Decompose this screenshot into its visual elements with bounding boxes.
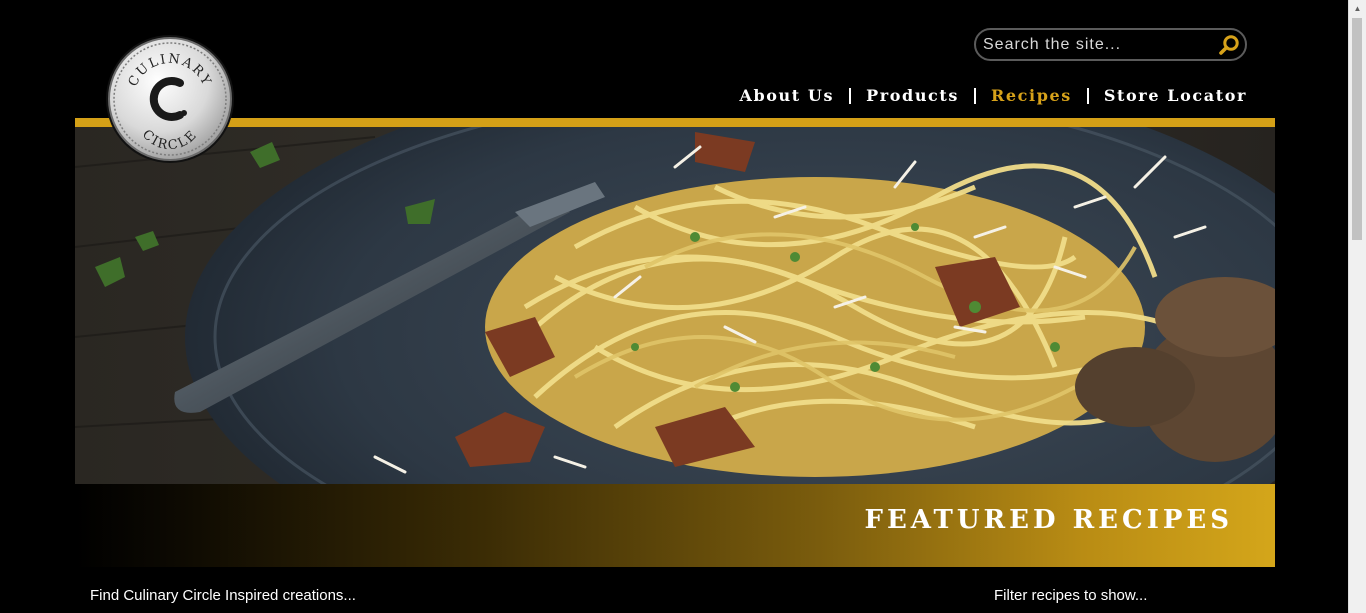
nav-separator — [849, 87, 852, 104]
header-accent-bar — [75, 118, 1275, 127]
nav-about-us[interactable]: About Us — [739, 86, 834, 105]
nav-store-locator[interactable]: Store Locator — [1104, 86, 1247, 105]
intro-text: Find Culinary Circle Inspired creations.… — [90, 587, 356, 604]
spaghetti-photo-icon — [75, 127, 1275, 484]
scroll-up-arrow-icon[interactable]: ▲ — [1349, 0, 1366, 17]
page-scrollbar[interactable]: ▲ — [1348, 0, 1366, 613]
featured-recipes-banner: FEATURED RECIPES — [75, 484, 1275, 567]
search-icon — [1219, 34, 1239, 55]
nav-separator — [974, 87, 976, 104]
filter-label: Filter recipes to show... — [994, 587, 1148, 604]
search-button[interactable] — [1213, 30, 1245, 60]
scroll-thumb[interactable] — [1352, 18, 1362, 240]
nav-recipes[interactable]: Recipes — [991, 86, 1072, 105]
nav-products[interactable]: Products — [866, 86, 959, 105]
hero-image — [75, 127, 1275, 484]
main-nav: About Us Products Recipes Store Locator — [739, 86, 1247, 105]
search-input[interactable] — [976, 34, 1213, 55]
culinary-circle-logo-icon: CULINARY CIRCLE — [106, 35, 234, 163]
culinary-circle-logo[interactable]: CULINARY CIRCLE — [104, 33, 236, 165]
page: About Us Products Recipes Store Locator — [0, 0, 1366, 613]
site-search — [974, 28, 1247, 61]
nav-separator — [1086, 87, 1089, 104]
banner-title: FEATURED RECIPES — [864, 505, 1233, 535]
